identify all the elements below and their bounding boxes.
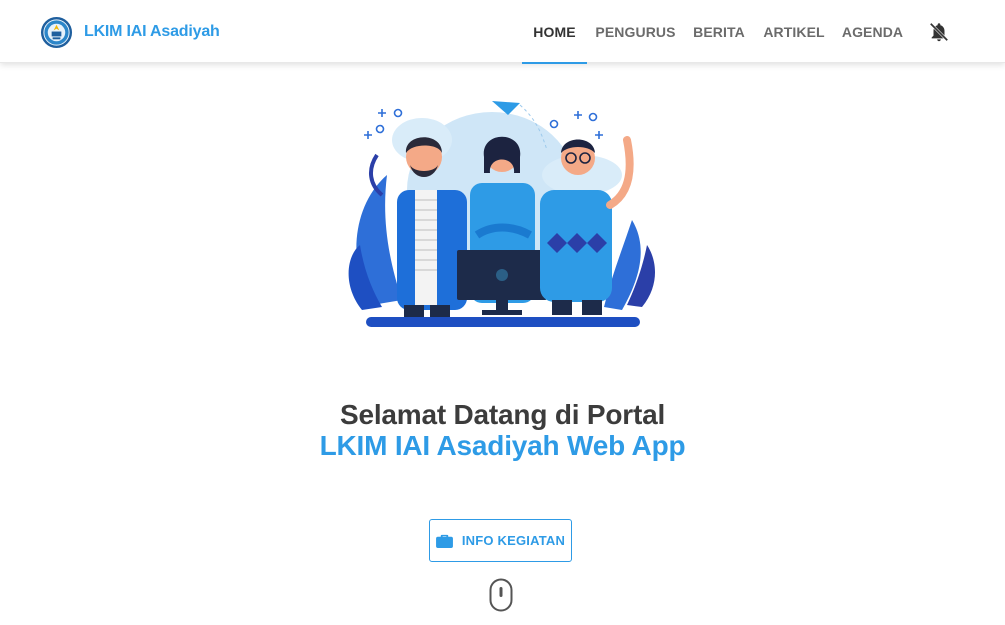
nav-pengurus[interactable]: PENGURUS xyxy=(595,0,675,63)
navbar: LKIM IAI Asadiyah HOME PENGURUS BERITA A… xyxy=(0,0,1005,64)
briefcase-icon xyxy=(435,534,453,548)
team-illustration xyxy=(348,101,656,327)
hero-title-line2: LKIM IAI Asadiyah Web App xyxy=(319,430,686,461)
nav-agenda[interactable]: AGENDA xyxy=(841,0,904,63)
brand-link[interactable]: LKIM IAI Asadiyah xyxy=(40,14,220,50)
mouse-scroll-icon[interactable] xyxy=(489,578,513,612)
nav-berita[interactable]: BERITA xyxy=(690,0,748,63)
hero-title-line1: Selamat Datang di Portal xyxy=(339,399,666,430)
info-kegiatan-button[interactable]: INFO KEGIATAN xyxy=(429,519,572,562)
nav-home[interactable]: HOME xyxy=(522,0,587,64)
nav-artikel[interactable]: ARTIKEL xyxy=(763,0,825,63)
university-seal-icon xyxy=(40,16,73,48)
bell-off-icon[interactable] xyxy=(928,21,950,43)
info-kegiatan-label: INFO KEGIATAN xyxy=(461,533,566,548)
brand-name: LKIM IAI Asadiyah xyxy=(84,23,220,40)
